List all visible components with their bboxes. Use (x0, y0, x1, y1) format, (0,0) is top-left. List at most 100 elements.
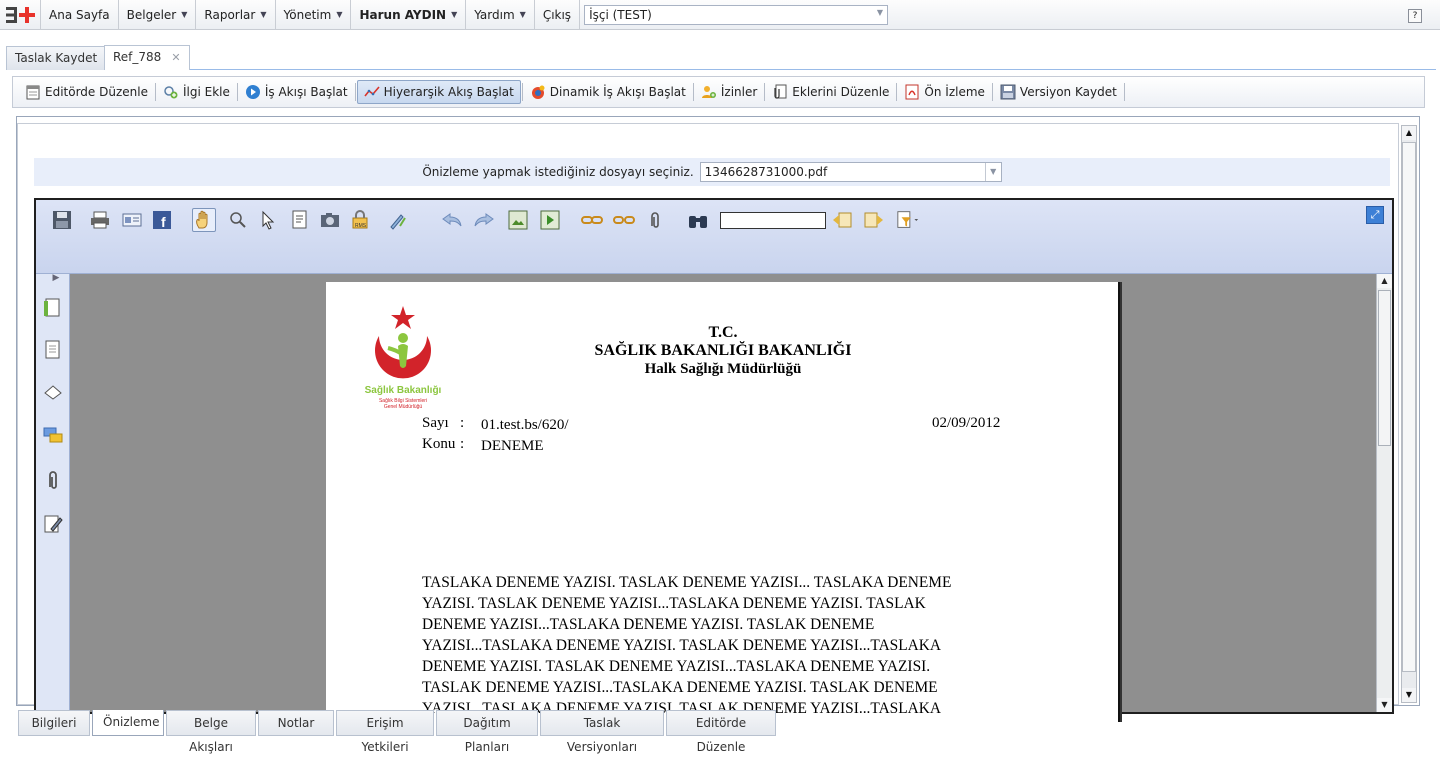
attachment-doc-icon (774, 84, 787, 99)
tab-ref[interactable]: Ref_788 ✕ (104, 45, 190, 70)
menu-home[interactable]: Ana Sayfa (40, 0, 118, 30)
pdf-icon (905, 84, 919, 100)
hand-tool-icon[interactable] (192, 208, 216, 232)
menu-help[interactable]: Yardım ▼ (465, 0, 534, 30)
sayi-colon: : (460, 415, 465, 431)
media-play-icon[interactable] (538, 208, 562, 232)
doc-header-tc: T.C. (708, 324, 738, 341)
pdf-scrollbar[interactable]: ▲ ▼ (1376, 274, 1392, 712)
start-workflow-button[interactable]: İş Akışı Başlat (239, 80, 354, 104)
chevron-down-icon: ▼ (876, 7, 884, 17)
permissions-button[interactable]: İzinler (695, 80, 763, 104)
pointer-icon[interactable] (256, 208, 280, 232)
file-select[interactable]: 1346628731000.pdf ▼ (699, 162, 1002, 182)
image-insert-icon[interactable] (506, 208, 530, 232)
sign-tool-icon[interactable] (386, 208, 410, 232)
app-logo[interactable] (0, 0, 40, 30)
pages-icon[interactable] (43, 340, 63, 360)
scroll-down-icon[interactable]: ▼ (1377, 698, 1392, 712)
scroll-up-icon[interactable]: ▲ (1402, 126, 1416, 140)
comments-icon[interactable] (43, 426, 63, 446)
konu-value: DENEME (481, 438, 544, 454)
save-version-button[interactable]: Versiyon Kaydet (994, 80, 1123, 104)
file-select-row: Önizleme yapmak istediğiniz dosyayı seçi… (34, 158, 1390, 186)
menu-management[interactable]: Yönetim ▼ (274, 0, 351, 30)
save-icon[interactable] (50, 208, 74, 232)
tab-edit-in-editor[interactable]: Editörde Düzenle (666, 710, 776, 754)
rms-lock-icon[interactable]: RMS (350, 208, 374, 232)
konu-colon: : (460, 436, 465, 452)
menu-documents-label: Belgeler (126, 7, 177, 22)
doc-date: 02/09/2012 (932, 415, 1001, 431)
undo-icon[interactable] (440, 208, 464, 232)
toolbar-separator (764, 83, 766, 101)
svg-text:f: f (161, 214, 166, 230)
edit-in-editor-label: Editörde Düzenle (45, 85, 148, 99)
doc-body-line: YAZISI...TASLAKA DENEME YAZISI. TASLAK D… (422, 637, 941, 654)
print-icon[interactable] (88, 208, 112, 232)
edit-in-editor-button[interactable]: Editörde Düzenle (19, 80, 154, 104)
tab-info[interactable]: Bilgileri (18, 710, 90, 736)
doc-body-line: TASLAKA DENEME YAZISI. TASLAK DENEME YAZ… (422, 574, 952, 591)
signatures-icon[interactable] (43, 514, 63, 534)
tab-draft-versions[interactable]: Taslak Versiyonları (540, 710, 664, 754)
unlink-icon[interactable] (612, 208, 636, 232)
link-add-icon (164, 86, 178, 99)
tab-document-flows[interactable]: Belge Akışları (166, 710, 256, 754)
fullscreen-icon[interactable]: ⤢ (1366, 206, 1384, 224)
link-icon[interactable] (580, 208, 604, 232)
close-icon[interactable]: ✕ (171, 51, 180, 64)
scroll-up-icon[interactable]: ▲ (1377, 274, 1392, 288)
svg-text:RMS: RMS (355, 223, 367, 229)
scroll-thumb[interactable] (1402, 142, 1416, 672)
text-select-icon[interactable] (288, 208, 312, 232)
start-hierarchical-workflow-button[interactable]: Hiyerarşik Akış Başlat (356, 80, 521, 104)
scroll-thumb[interactable] (1378, 290, 1391, 446)
sidebar-toggle-icon[interactable]: ▶ (46, 268, 66, 288)
panel-scrollbar[interactable]: ▲ ▼ (1401, 125, 1417, 703)
find-next-icon[interactable] (862, 208, 886, 232)
redo-icon[interactable] (472, 208, 496, 232)
scroll-down-icon[interactable]: ▼ (1402, 688, 1416, 702)
menu-documents[interactable]: Belgeler ▼ (117, 0, 196, 30)
file-select-value: 1346628731000.pdf (704, 165, 828, 179)
help-button[interactable]: ? (1408, 9, 1422, 23)
edit-attachments-label: Eklerini Düzenle (792, 85, 890, 99)
layers-icon[interactable] (43, 382, 63, 402)
menu-logout[interactable]: Çıkış (533, 0, 579, 30)
search-input[interactable] (720, 212, 826, 229)
start-dynamic-workflow-button[interactable]: Dinamik İş Akışı Başlat (524, 80, 692, 104)
edit-attachments-button[interactable]: Eklerini Düzenle (766, 80, 895, 104)
tab-notes[interactable]: Notlar (258, 710, 334, 736)
find-options-icon[interactable] (896, 208, 920, 232)
preview-label: Ön İzleme (924, 85, 985, 99)
tab-access-rights[interactable]: Erişim Yetkileri (336, 710, 434, 754)
facebook-icon[interactable]: f (150, 208, 174, 232)
start-dynamic-workflow-label: Dinamik İş Akışı Başlat (549, 85, 686, 99)
binoculars-icon[interactable] (686, 208, 710, 232)
logo-subtext-2: Genel Müdürlüğü (384, 404, 423, 410)
calendar-icon (26, 85, 40, 100)
card-icon[interactable] (120, 208, 144, 232)
tab-draft-save-label: Taslak Kaydet (15, 51, 98, 65)
doc-body-line: YAZISI. TASLAK DENEME YAZISI...TASLAKA D… (422, 595, 926, 612)
camera-icon[interactable] (318, 208, 342, 232)
tab-distribution-plans[interactable]: Dağıtım Planları (436, 710, 538, 754)
menu-reports[interactable]: Raporlar ▼ (195, 0, 274, 30)
menu-user[interactable]: Harun AYDIN ▼ (350, 0, 465, 30)
line-chart-icon (363, 86, 380, 97)
chevron-down-icon[interactable]: ▼ (984, 163, 1001, 181)
chevron-down-icon: ▼ (451, 10, 458, 19)
tab-draft-save[interactable]: Taslak Kaydet (6, 46, 107, 70)
logo-text: Sağlık Bakanlığı (365, 385, 442, 396)
role-select[interactable]: İşçi (TEST) ▼ (584, 4, 889, 25)
add-related-button[interactable]: İlgi Ekle (157, 80, 236, 104)
attachment-icon[interactable] (644, 208, 668, 232)
find-prev-icon[interactable] (830, 208, 854, 232)
play-circle-icon (245, 85, 260, 99)
preview-button[interactable]: Ön İzleme (898, 80, 991, 104)
attachments-paperclip-icon[interactable] (43, 470, 63, 490)
magnify-select-icon[interactable] (226, 208, 250, 232)
tab-preview[interactable]: Önizleme (92, 710, 164, 736)
page-thumbnails-icon[interactable] (43, 298, 63, 318)
